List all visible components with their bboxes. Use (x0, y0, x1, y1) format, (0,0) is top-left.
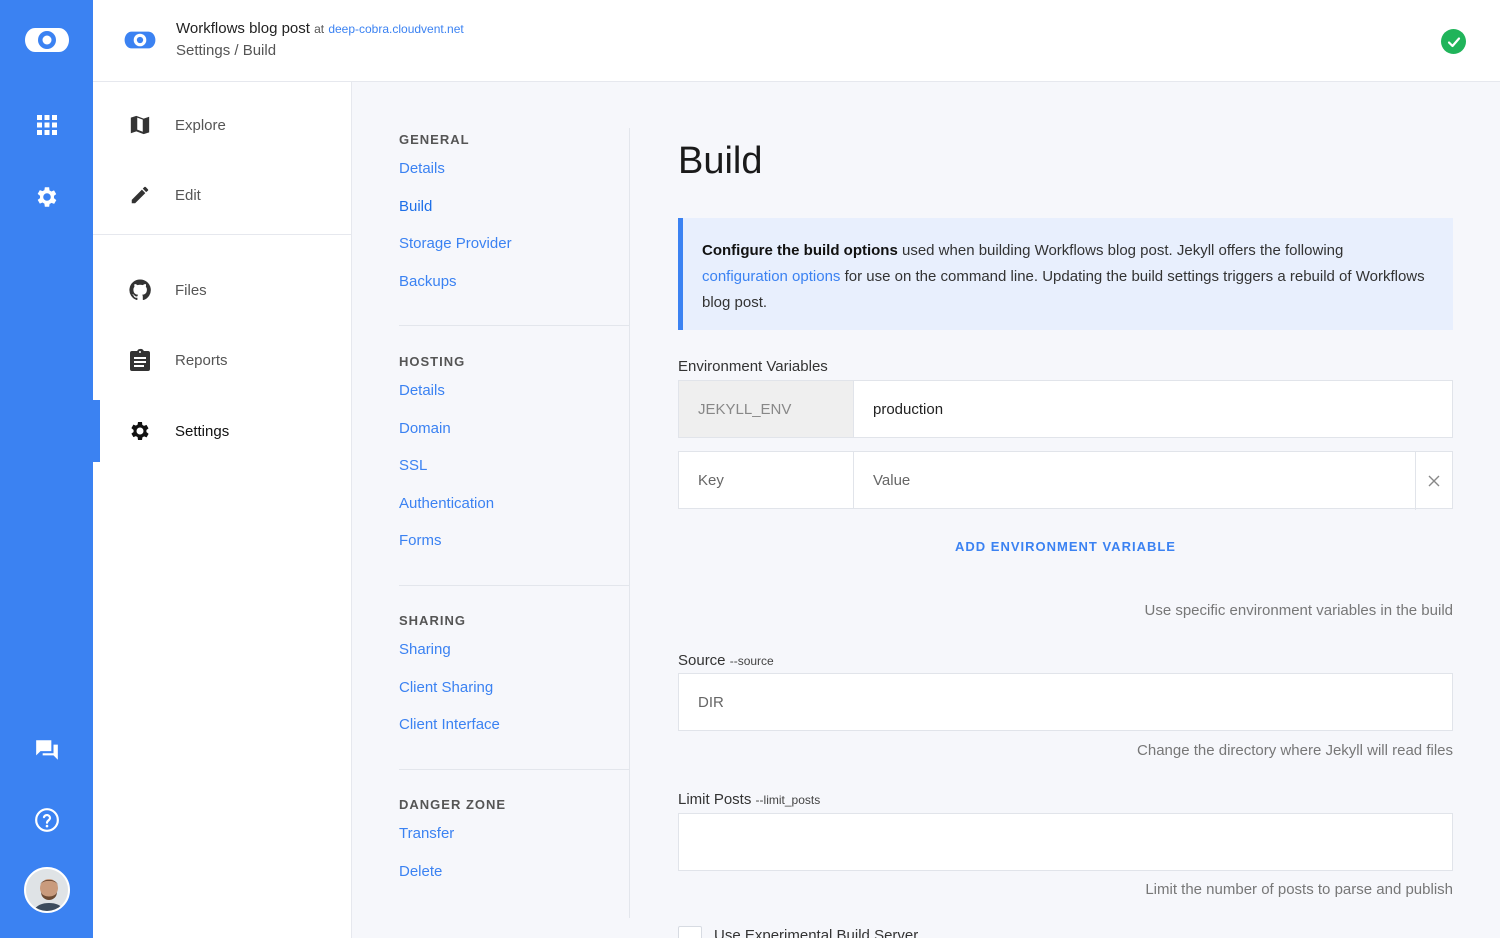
env-var-row: JEKYLL_ENV production (678, 380, 1453, 438)
settings-group-heading: HOSTING (399, 354, 466, 369)
source-flag: --source (729, 654, 774, 668)
env-vars-label: Environment Variables (678, 358, 828, 375)
sidebar-item-settings[interactable]: Settings (93, 400, 351, 462)
settings-menu: GENERAL Details Build Storage Provider B… (399, 128, 630, 918)
cloudcannon-logo-icon[interactable] (0, 20, 93, 60)
source-label: Source --source (678, 652, 774, 669)
settings-link-backups[interactable]: Backups (399, 271, 629, 309)
settings-link-build[interactable]: Build (399, 196, 629, 234)
sidebar-item-label: Settings (175, 422, 230, 440)
limit-posts-flag: --limit_posts (755, 793, 821, 807)
site-title-at: at (314, 22, 325, 36)
app-rail (0, 0, 93, 938)
new-env-value-placeholder: Value (873, 472, 911, 489)
site-domain-link[interactable]: deep-cobra.cloudvent.net (328, 22, 463, 36)
page-title: Build (678, 140, 763, 182)
settings-group-heading: GENERAL (399, 132, 470, 147)
settings-link-details[interactable]: Details (399, 158, 629, 196)
new-env-var-row: Key Value (678, 451, 1453, 510)
limit-posts-label: Limit Posts --limit_posts (678, 791, 820, 808)
remove-env-var-button[interactable] (1415, 452, 1452, 510)
settings-link-delete[interactable]: Delete (399, 861, 629, 899)
build-options-notice: Configure the build options used when bu… (678, 218, 1453, 330)
gear-icon[interactable] (0, 184, 93, 210)
notice-text: used when building Workflows blog post. … (897, 242, 1344, 259)
settings-link-storage-provider[interactable]: Storage Provider (399, 233, 629, 271)
map-icon (128, 113, 152, 137)
github-icon (128, 278, 152, 302)
sidebar-item-edit[interactable]: Edit (93, 164, 351, 226)
settings-divider (399, 325, 629, 326)
close-icon (1428, 475, 1440, 487)
pencil-icon (128, 183, 152, 207)
sidebar-item-explore[interactable]: Explore (93, 94, 351, 156)
site-nav: Explore Edit Files Reports Settings (93, 82, 352, 938)
sidebar-item-label: Edit (175, 186, 201, 204)
settings-group-sharing: SHARING Sharing Client Sharing Client In… (399, 613, 629, 752)
breadcrumb: Settings / Build (176, 42, 277, 59)
new-env-key-placeholder: Key (698, 472, 724, 489)
source-label-text: Source (678, 652, 726, 669)
limit-posts-label-text: Limit Posts (678, 791, 752, 808)
settings-link-forms[interactable]: Forms (399, 530, 629, 568)
settings-group-heading: SHARING (399, 613, 466, 628)
site-logo-icon[interactable] (123, 26, 157, 59)
clipboard-icon (128, 348, 152, 372)
add-environment-variable-button[interactable]: ADD ENVIRONMENT VARIABLE (678, 539, 1453, 554)
sidebar-item-label: Files (175, 281, 207, 299)
env-vars-help: Use specific environment variables in th… (1144, 602, 1454, 619)
site-title-line: Workflows blog post at deep-cobra.cloudv… (176, 20, 464, 37)
sidebar-divider (93, 234, 351, 235)
settings-link-hosting-details[interactable]: Details (399, 380, 629, 418)
settings-divider (399, 585, 629, 586)
site-title[interactable]: Workflows blog post (176, 20, 310, 37)
gear-icon (128, 419, 152, 443)
settings-divider (399, 769, 629, 770)
top-header: Workflows blog post at deep-cobra.cloudv… (93, 0, 1500, 82)
settings-group-general: GENERAL Details Build Storage Provider B… (399, 132, 629, 308)
build-status-check-icon[interactable] (1441, 29, 1466, 54)
sidebar-item-reports[interactable]: Reports (93, 329, 351, 391)
configuration-options-link[interactable]: configuration options (702, 268, 840, 285)
settings-group-hosting: HOSTING Details Domain SSL Authenticatio… (399, 354, 629, 568)
limit-posts-input[interactable] (678, 813, 1453, 871)
settings-link-ssl[interactable]: SSL (399, 455, 629, 493)
new-env-key-input[interactable]: Key (679, 452, 854, 508)
sidebar-item-label: Explore (175, 116, 226, 134)
source-input[interactable]: DIR (678, 673, 1453, 731)
env-var-value: production (873, 401, 944, 418)
apps-grid-icon[interactable] (0, 114, 93, 136)
settings-group-heading: DANGER ZONE (399, 797, 507, 812)
settings-link-domain[interactable]: Domain (399, 418, 629, 456)
sidebar-item-label: Reports (175, 351, 228, 369)
user-avatar[interactable] (0, 867, 93, 913)
chat-icon[interactable] (0, 737, 93, 763)
settings-link-sharing[interactable]: Sharing (399, 639, 629, 677)
settings-link-authentication[interactable]: Authentication (399, 493, 629, 531)
sidebar-item-files[interactable]: Files (93, 259, 351, 321)
experimental-build-server-label: Use Experimental Build Server (714, 927, 919, 938)
source-help: Change the directory where Jekyll will r… (1137, 742, 1453, 759)
settings-link-transfer[interactable]: Transfer (399, 823, 629, 861)
help-icon[interactable] (0, 807, 93, 833)
notice-bold-text: Configure the build options (702, 242, 898, 259)
limit-posts-help: Limit the number of posts to parse and p… (1145, 881, 1453, 898)
settings-link-client-sharing[interactable]: Client Sharing (399, 677, 629, 715)
settings-link-client-interface[interactable]: Client Interface (399, 714, 629, 752)
env-var-key: JEKYLL_ENV (698, 401, 792, 418)
env-var-key-field: JEKYLL_ENV (679, 381, 854, 437)
settings-group-danger-zone: DANGER ZONE Transfer Delete (399, 797, 629, 898)
experimental-build-server-checkbox[interactable] (678, 926, 702, 938)
source-placeholder: DIR (698, 694, 724, 711)
